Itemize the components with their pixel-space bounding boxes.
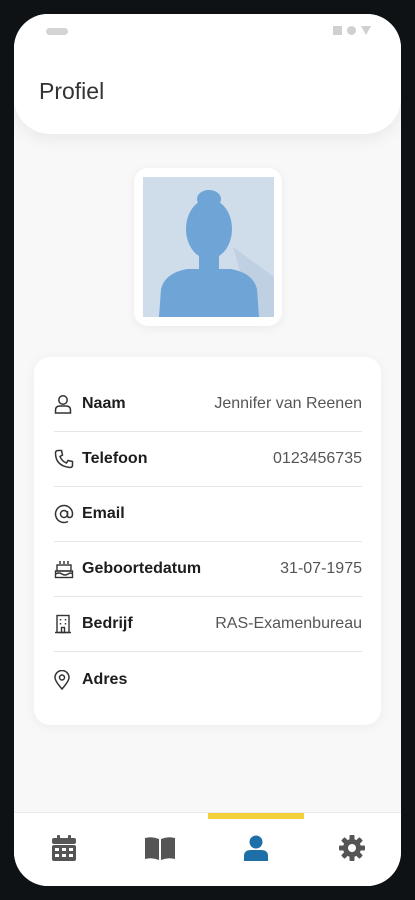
location-pin-icon [54,669,82,691]
row-label: Geboortedatum [82,560,202,577]
avatar-card[interactable] [134,168,282,326]
profile-row-telefoon: Telefoon 0123456735 [54,432,362,487]
person-icon [54,393,82,415]
profile-row-geboortedatum: Geboortedatum 31-07-1975 [54,542,362,597]
book-icon [145,836,175,865]
row-value: 0123456735 [273,450,362,467]
profile-row-bedrijf: Bedrijf RAS-Examenbureau [54,597,362,652]
row-label: Naam [82,395,126,412]
row-label: Telefoon [82,450,148,467]
gear-icon [339,834,365,866]
nav-book[interactable] [112,813,208,886]
user-silhouette-icon [143,177,274,317]
page-title: Profiel [39,78,105,104]
row-value: 31-07-1975 [280,560,362,577]
row-label: Adres [82,670,128,688]
app-header: Profiel [14,14,401,134]
profile-row-email: Email [54,487,362,542]
wifi-icon [347,26,356,35]
nav-settings[interactable] [304,813,400,886]
status-notch [46,28,68,35]
signal-icon [333,26,342,35]
status-icons [333,26,371,35]
cake-icon [54,558,82,580]
profile-row-adres: Adres [54,652,362,707]
row-value: Jennifer van Reenen [214,395,362,412]
nav-calendar[interactable] [16,813,112,886]
profile-info-card: Naam Jennifer van Reenen Telefoon 012345… [34,357,381,725]
status-bar [14,14,401,50]
bottom-navigation [14,812,401,886]
row-label: Email [82,505,125,522]
user-icon [244,835,268,866]
row-value: RAS-Examenbureau [215,615,362,632]
phone-icon [54,448,82,470]
app-screen: Profiel Naam Jennifer van Reenen Telefoo… [14,14,401,886]
calendar-icon [52,834,76,866]
phone-frame: Profiel Naam Jennifer van Reenen Telefoo… [0,0,415,900]
profile-row-naam: Naam Jennifer van Reenen [54,377,362,432]
nav-profile[interactable] [208,813,304,886]
building-icon [54,613,82,635]
at-sign-icon [54,503,82,525]
row-label: Bedrijf [82,615,133,632]
battery-icon [361,26,371,35]
